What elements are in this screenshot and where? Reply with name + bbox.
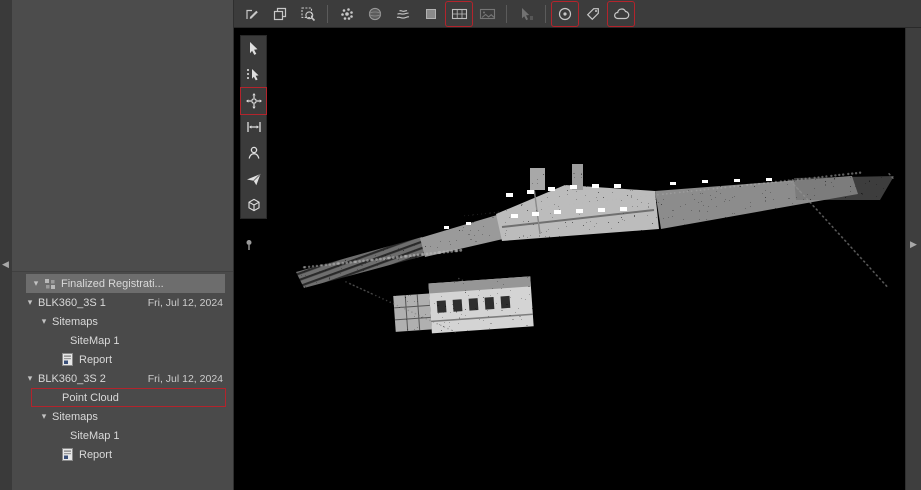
sidebar-empty-area [12, 0, 233, 272]
expand-right-arrow-icon[interactable]: ▶ [910, 240, 917, 249]
tree-item-sitemaps-1[interactable]: ▾ Sitemaps [12, 312, 233, 331]
first-person-tool-icon[interactable] [241, 140, 266, 166]
box-mode-tool-icon[interactable] [241, 192, 266, 218]
sphere-display-icon[interactable] [362, 2, 388, 26]
sketch-tool-icon[interactable] [239, 2, 265, 26]
tree-item-report-2[interactable]: Report [12, 445, 233, 464]
application-window: ◀ ▾ Finalized Registrati... ▾ BLK360_3S … [0, 0, 921, 490]
point-cloud-render [234, 28, 905, 490]
tree-item-label: Finalized Registrati... [59, 278, 164, 290]
measure-tool-icon[interactable] [241, 114, 266, 140]
tree-item-sitemap1-2[interactable]: SiteMap 1 [12, 426, 233, 445]
cloud-tool-icon[interactable] [608, 2, 634, 26]
toolbar-separator [506, 5, 507, 23]
registration-bundle-icon [42, 277, 57, 291]
tree-item-label: Sitemaps [50, 316, 98, 328]
right-edge-strip: ▶ [905, 28, 921, 490]
caret-down-icon[interactable]: ▾ [30, 278, 42, 289]
toolbar-separator [545, 5, 546, 23]
left-edge-strip: ◀ [0, 0, 12, 490]
navigate-tool-icon[interactable] [241, 88, 266, 114]
contour-display-icon[interactable] [390, 2, 416, 26]
caret-down-icon[interactable]: ▾ [38, 316, 50, 327]
target-tool-icon[interactable] [552, 2, 578, 26]
tree-item-label: SiteMap 1 [68, 430, 120, 442]
tree-item-blk360-2[interactable]: ▾ BLK360_3S 2 Fri, Jul 12, 2024 [12, 369, 233, 388]
select-points-tool-icon[interactable] [241, 62, 266, 88]
content-row: ▶ [234, 28, 921, 490]
palette-pin-icon[interactable] [244, 238, 254, 256]
select-tool-icon[interactable] [241, 36, 266, 62]
tree-item-date: Fri, Jul 12, 2024 [148, 373, 233, 385]
report-document-icon [60, 353, 75, 367]
main-area: ▶ [234, 0, 921, 490]
report-document-icon [60, 448, 75, 462]
collapse-left-arrow-icon[interactable]: ◀ [2, 260, 9, 269]
caret-down-icon[interactable]: ▾ [24, 373, 36, 384]
tree-item-sitemaps-2[interactable]: ▾ Sitemaps [12, 407, 233, 426]
tree-item-sitemap1-1[interactable]: SiteMap 1 [12, 331, 233, 350]
tree-item-label: BLK360_3S 2 [36, 373, 106, 385]
tag-tool-icon[interactable] [580, 2, 606, 26]
tree-item-label: Sitemaps [50, 411, 98, 423]
tree-item-point-cloud[interactable]: Point Cloud [31, 388, 226, 407]
toolbar-separator [327, 5, 328, 23]
tree-item-label: Report [77, 449, 112, 461]
project-tree-panel: ▾ Finalized Registrati... ▾ BLK360_3S 1 … [12, 0, 234, 490]
tree-item-label: Point Cloud [60, 392, 119, 404]
tree-item-label: Report [77, 354, 112, 366]
image-view-icon[interactable] [474, 2, 500, 26]
duplicate-view-icon[interactable] [267, 2, 293, 26]
tree-item-date: Fri, Jul 12, 2024 [148, 297, 233, 309]
fly-tool-icon[interactable] [241, 166, 266, 192]
tree-item-label: SiteMap 1 [68, 335, 120, 347]
zoom-fit-icon[interactable] [295, 2, 321, 26]
viewport-3d[interactable] [234, 28, 905, 490]
project-tree: ▾ Finalized Registrati... ▾ BLK360_3S 1 … [12, 272, 233, 490]
tree-item-blk360-1[interactable]: ▾ BLK360_3S 1 Fri, Jul 12, 2024 [12, 293, 233, 312]
pano-grid-view-icon[interactable] [446, 2, 472, 26]
point-cloud-display-icon[interactable] [334, 2, 360, 26]
tree-item-report-1[interactable]: Report [12, 350, 233, 369]
pointer-tool-icon[interactable] [513, 2, 539, 26]
caret-down-icon[interactable]: ▾ [24, 297, 36, 308]
top-toolbar [234, 0, 921, 28]
tool-palette [240, 35, 267, 219]
caret-down-icon[interactable]: ▾ [38, 411, 50, 422]
tree-item-label: BLK360_3S 1 [36, 297, 106, 309]
solid-display-icon[interactable] [418, 2, 444, 26]
tree-item-finalized-registration[interactable]: ▾ Finalized Registrati... [26, 274, 225, 293]
